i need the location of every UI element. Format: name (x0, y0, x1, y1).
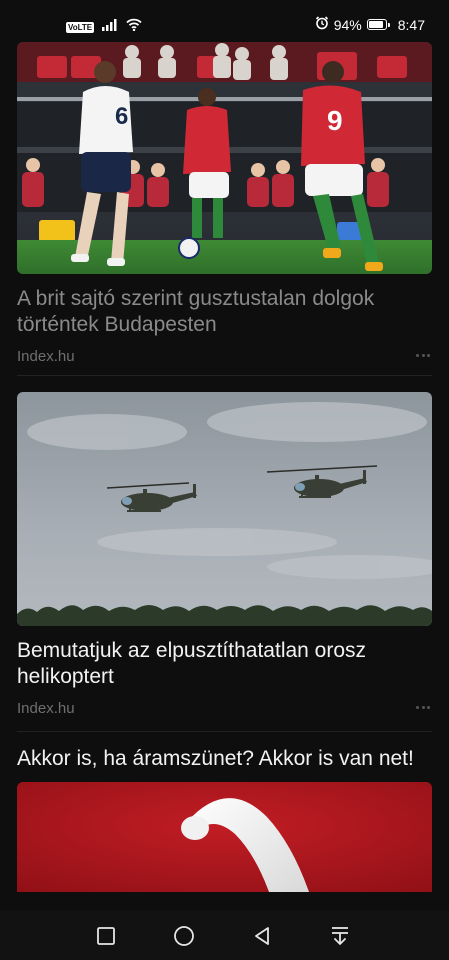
divider (17, 375, 432, 376)
clock: 8:47 (397, 16, 425, 33)
more-options-icon[interactable] (416, 352, 430, 358)
promo-banner[interactable] (17, 782, 432, 892)
more-options-icon[interactable] (416, 704, 430, 710)
divider (17, 731, 432, 732)
battery-percent: 94% (333, 16, 362, 33)
volte-badge: VoLTE (66, 21, 95, 33)
helicopters-photo[interactable] (17, 392, 432, 626)
news-card[interactable]: Bemutatjuk az elpusztíthatatlan orosz he… (17, 392, 432, 717)
status-right-group: 94% 8:47 (315, 16, 425, 33)
article-title[interactable]: Akkor is, ha áramszünet? Akkor is van ne… (17, 746, 432, 772)
back-icon[interactable] (249, 923, 275, 949)
battery-level-fill (368, 21, 383, 28)
svg-text:9: 9 (327, 105, 343, 136)
notification-pulldown-icon[interactable] (327, 923, 353, 949)
football-match-photo[interactable]: 6 10 (17, 42, 432, 274)
battery-icon (366, 19, 390, 30)
home-icon[interactable] (171, 923, 197, 949)
article-title[interactable]: A brit sajtó szerint gusztustalan dolgok… (17, 286, 432, 338)
recents-icon[interactable] (93, 923, 119, 949)
status-left-group: VoLTE (66, 18, 142, 36)
wifi-icon (126, 18, 142, 36)
article-source: Index.hu (17, 348, 75, 365)
news-card[interactable]: Akkor is, ha áramszünet? Akkor is van ne… (17, 746, 432, 892)
article-title[interactable]: Bemutatjuk az elpusztíthatatlan orosz he… (17, 638, 432, 690)
signal-icon (102, 18, 118, 36)
article-source: Index.hu (17, 700, 75, 717)
system-nav-bar (0, 910, 449, 960)
news-card[interactable]: 6 10 (17, 42, 432, 365)
alarm-icon (315, 16, 329, 33)
svg-text:6: 6 (115, 103, 128, 130)
